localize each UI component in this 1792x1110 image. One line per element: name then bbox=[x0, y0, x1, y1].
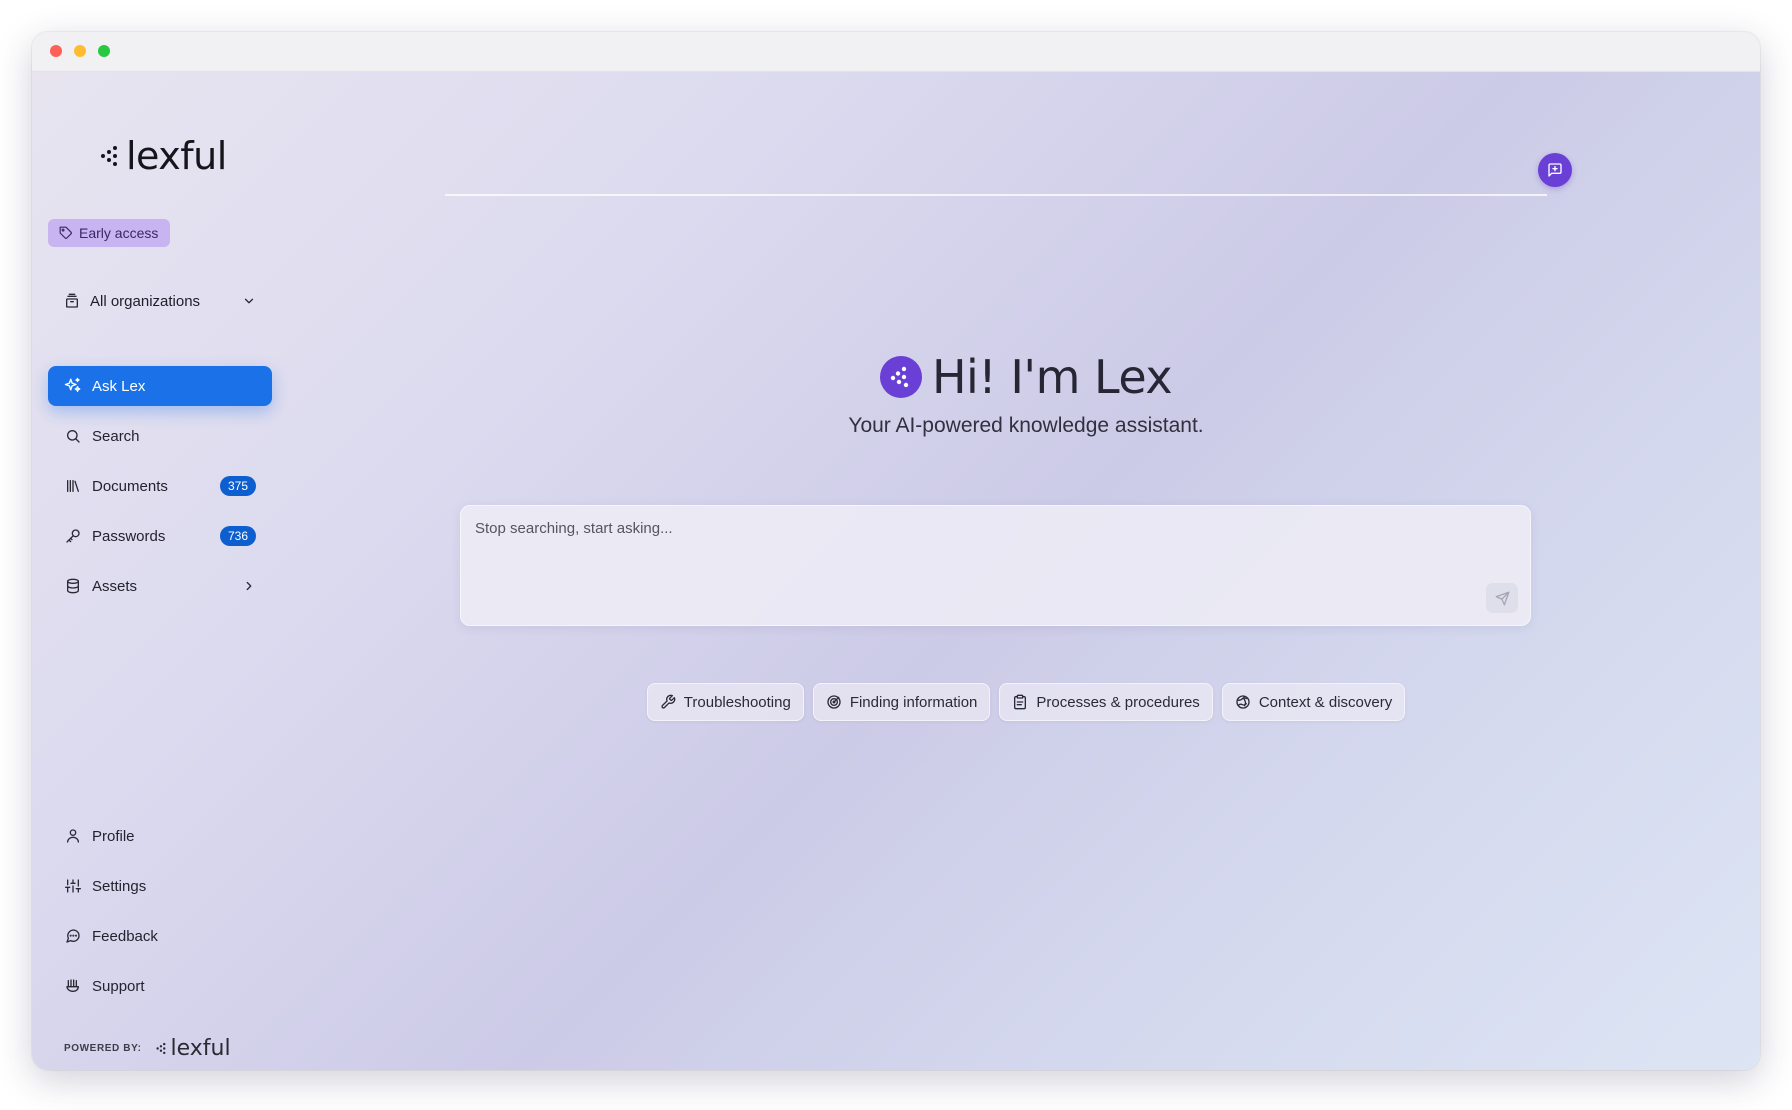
nav-item-label: Settings bbox=[92, 877, 147, 895]
powered-by: POWERED BY: lexful bbox=[64, 1036, 231, 1061]
send-icon bbox=[1495, 591, 1509, 605]
nav-item-profile[interactable]: Profile bbox=[48, 816, 272, 856]
hero-title: Hi! I'm Lex bbox=[931, 350, 1173, 404]
globe-icon bbox=[1236, 695, 1250, 709]
logo-text: lexful bbox=[126, 134, 227, 178]
secondary-nav: Profile Settings Feedback Support bbox=[48, 816, 272, 1016]
suggestion-label: Processes & procedures bbox=[1036, 693, 1200, 711]
nav-item-label: Support bbox=[92, 977, 145, 995]
organization-selector-value: All organizations bbox=[90, 292, 201, 310]
nav-item-settings[interactable]: Settings bbox=[48, 866, 272, 906]
early-access-badge: Early access bbox=[48, 219, 171, 247]
new-chat-button[interactable] bbox=[1538, 153, 1572, 187]
library-icon bbox=[67, 480, 79, 492]
prompt-input[interactable] bbox=[461, 506, 1530, 625]
title-bar bbox=[32, 32, 1760, 72]
nav-item-support[interactable]: Support bbox=[48, 966, 272, 1006]
passwords-count-badge: 736 bbox=[219, 526, 256, 546]
powered-by-label: POWERED BY: bbox=[64, 1043, 142, 1054]
close-window-button[interactable] bbox=[50, 45, 62, 57]
suggestion-context-discovery[interactable]: Context & discovery bbox=[1221, 683, 1406, 721]
nav-item-label: Assets bbox=[92, 577, 138, 595]
early-access-label: Early access bbox=[79, 225, 159, 241]
database-icon bbox=[67, 578, 79, 594]
minimize-window-button[interactable] bbox=[74, 45, 86, 57]
message-plus-icon bbox=[1548, 163, 1562, 177]
nav-item-passwords[interactable]: Passwords 736 bbox=[48, 516, 272, 556]
nav-item-label: Passwords bbox=[92, 527, 166, 545]
nav-item-assets[interactable]: Assets bbox=[48, 566, 272, 606]
hero-title-row: Hi! I'm Lex bbox=[879, 350, 1173, 404]
sparkles-icon bbox=[64, 377, 81, 392]
message-circle-icon bbox=[66, 929, 80, 943]
nav-item-label: Ask Lex bbox=[92, 377, 146, 395]
powered-by-logo-text: lexful bbox=[170, 1036, 231, 1061]
nav-item-search[interactable]: Search bbox=[48, 416, 272, 456]
suggestion-processes-procedures[interactable]: Processes & procedures bbox=[999, 683, 1213, 721]
nav-item-label: Search bbox=[92, 427, 140, 445]
search-icon bbox=[67, 430, 80, 443]
lex-avatar bbox=[879, 356, 922, 398]
suggestion-finding-information[interactable]: Finding information bbox=[812, 683, 991, 721]
suggestion-chips: Troubleshooting Finding information Proc… bbox=[292, 683, 1760, 721]
maximize-window-button[interactable] bbox=[98, 45, 110, 57]
suggestion-label: Context & discovery bbox=[1258, 693, 1393, 711]
chevron-right-icon bbox=[246, 581, 252, 591]
clipboard-icon bbox=[1014, 694, 1027, 710]
main-nav: Ask Lex Search Documents 375 Passwords 7… bbox=[48, 366, 272, 616]
header-divider bbox=[445, 194, 1547, 196]
archive-icon bbox=[66, 293, 78, 308]
suggestion-label: Troubleshooting bbox=[683, 693, 791, 711]
main-content: Hi! I'm Lex Your AI-powered knowledge as… bbox=[292, 72, 1760, 1070]
documents-count-badge: 375 bbox=[219, 476, 256, 496]
prompt-box bbox=[460, 505, 1531, 626]
nav-item-ask-lex[interactable]: Ask Lex bbox=[48, 366, 272, 406]
nav-item-label: Feedback bbox=[92, 927, 158, 945]
nav-item-label: Profile bbox=[92, 827, 135, 845]
suggestion-label: Finding information bbox=[849, 693, 978, 711]
powered-by-logo[interactable]: lexful bbox=[155, 1036, 231, 1061]
radar-icon bbox=[827, 695, 841, 709]
sliders-icon bbox=[65, 879, 81, 893]
support-icon bbox=[66, 979, 79, 992]
sidebar: lexful Early access All organizations As… bbox=[32, 72, 292, 1070]
nav-item-feedback[interactable]: Feedback bbox=[48, 916, 272, 956]
hero-section: Hi! I'm Lex Your AI-powered knowledge as… bbox=[292, 350, 1760, 438]
key-icon bbox=[66, 529, 80, 543]
lexful-dots-icon bbox=[155, 1042, 165, 1055]
hero-subtitle: Your AI-powered knowledge assistant. bbox=[848, 414, 1204, 437]
suggestion-troubleshooting[interactable]: Troubleshooting bbox=[646, 683, 804, 721]
organization-selector[interactable]: All organizations bbox=[48, 280, 272, 322]
wrench-icon bbox=[661, 694, 676, 709]
nav-item-label: Documents bbox=[92, 477, 168, 495]
send-button[interactable] bbox=[1486, 583, 1518, 613]
nav-item-documents[interactable]: Documents 375 bbox=[48, 466, 272, 506]
app-logo[interactable]: lexful bbox=[100, 134, 227, 178]
chevron-down-icon bbox=[244, 298, 254, 304]
lex-dots-icon bbox=[890, 366, 909, 388]
app-window: lexful Early access All organizations As… bbox=[32, 32, 1760, 1070]
tag-icon bbox=[59, 226, 72, 239]
user-icon bbox=[67, 829, 79, 843]
lexful-dots-icon bbox=[101, 146, 117, 166]
